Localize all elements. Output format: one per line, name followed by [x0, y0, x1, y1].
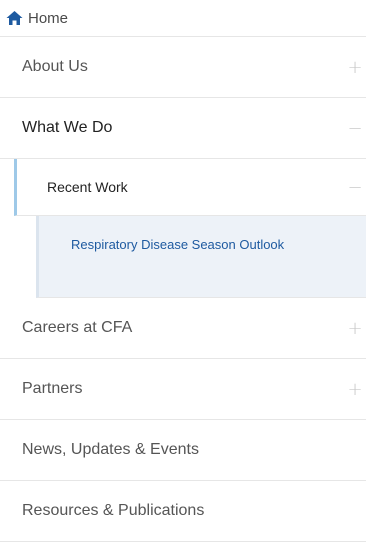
- menu-item-careers-at-cfa[interactable]: Careers at CFA +: [0, 298, 366, 359]
- collapse-icon[interactable]: −: [344, 176, 366, 198]
- menu-item-label: News, Updates & Events: [22, 441, 199, 458]
- menu-item-resources-publications[interactable]: Resources & Publications: [0, 481, 366, 542]
- menu-item-news-updates-events[interactable]: News, Updates & Events: [0, 420, 366, 481]
- menu-item-label: Resources & Publications: [22, 502, 205, 519]
- menu-item-label: What We Do: [22, 119, 113, 136]
- menu-item-partners[interactable]: Partners +: [0, 359, 366, 420]
- home-icon: [6, 10, 23, 26]
- leaf-link-respiratory-disease-season-outlook[interactable]: Respiratory Disease Season Outlook: [71, 234, 301, 255]
- expand-icon[interactable]: +: [344, 317, 366, 339]
- submenu-leaf: Respiratory Disease Season Outlook: [36, 216, 366, 298]
- menu-item-what-we-do[interactable]: What We Do −: [0, 98, 366, 159]
- menu-item-about-us[interactable]: About Us +: [0, 37, 366, 98]
- submenu-item-label: Recent Work: [47, 179, 128, 195]
- home-label: Home: [28, 9, 69, 27]
- home-link[interactable]: Home: [0, 0, 366, 37]
- expand-icon[interactable]: +: [344, 56, 366, 78]
- collapse-icon[interactable]: −: [344, 117, 366, 139]
- menu-item-label: Careers at CFA: [22, 319, 133, 336]
- submenu-item-recent-work[interactable]: Recent Work −: [14, 159, 366, 216]
- menu-item-label: Partners: [22, 380, 83, 397]
- menu-item-label: About Us: [22, 58, 88, 75]
- expand-icon[interactable]: +: [344, 378, 366, 400]
- sidebar-navigation: Home About Us + What We Do − Recent Work…: [0, 0, 366, 542]
